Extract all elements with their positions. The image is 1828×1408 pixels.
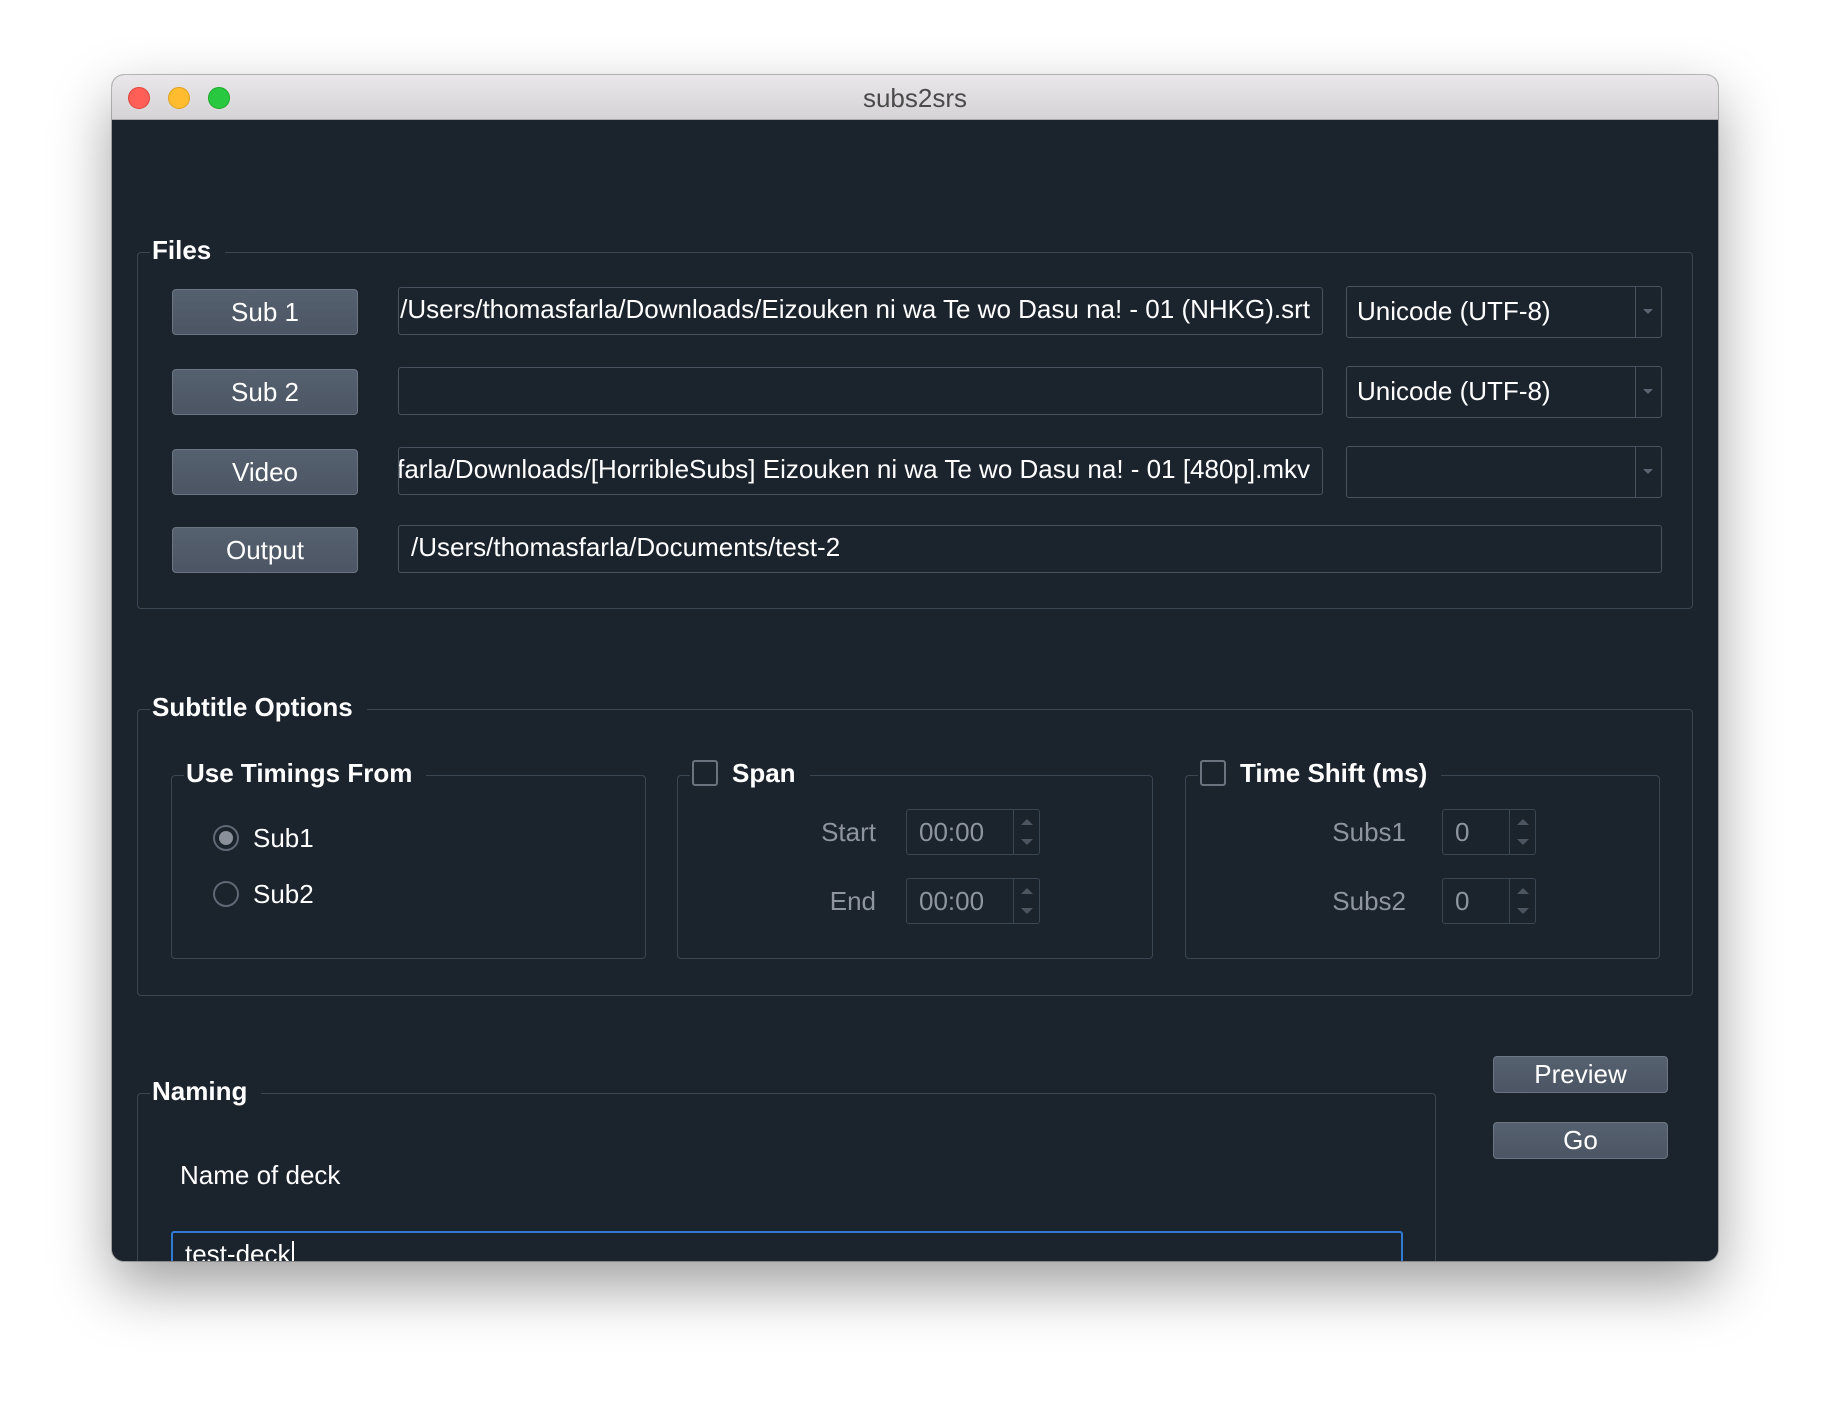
deck-name-input[interactable]: test-deck	[171, 1231, 1403, 1261]
time-shift-label[interactable]: Time Shift (ms)	[1240, 758, 1427, 788]
subs2-shift-stepper[interactable]	[1509, 879, 1535, 923]
arrow-up-icon	[1021, 819, 1033, 825]
arrow-down-icon	[1021, 908, 1033, 914]
app-window: subs2srs Files Sub 1 /Users/thomasfarla/…	[112, 75, 1718, 1261]
window-title: subs2srs	[862, 83, 968, 113]
sub1-encoding-value: Unicode (UTF-8)	[1357, 296, 1551, 326]
naming-group: Naming Name of deck test-deck	[137, 1074, 1436, 1261]
subs2-shift-label: Subs2	[1332, 886, 1406, 916]
time-shift-title: Time Shift (ms)	[1198, 756, 1442, 790]
sub1-button[interactable]: Sub 1	[172, 289, 358, 335]
span-end-label: End	[829, 886, 876, 916]
timings-sub1-label[interactable]: Sub1	[253, 823, 314, 853]
naming-title: Naming	[150, 1074, 262, 1108]
sub2-button[interactable]: Sub 2	[172, 369, 358, 415]
timings-sub1-radio[interactable]	[213, 825, 239, 851]
use-timings-title: Use Timings From	[184, 756, 427, 790]
main-content: Files Sub 1 /Users/thomasfarla/Downloads…	[112, 120, 1718, 1261]
sub2-encoding-value: Unicode (UTF-8)	[1357, 376, 1551, 406]
span-start-stepper[interactable]	[1013, 810, 1039, 854]
subs1-shift-label: Subs1	[1332, 817, 1406, 847]
arrow-up-icon	[1021, 888, 1033, 894]
chevron-down-icon	[1643, 309, 1653, 314]
time-shift-group: Time Shift (ms) Subs1 0 Subs2 0	[1185, 756, 1660, 959]
arrow-down-icon	[1517, 908, 1529, 914]
files-group: Files Sub 1 /Users/thomasfarla/Downloads…	[137, 233, 1693, 609]
arrow-up-icon	[1517, 819, 1529, 825]
chevron-down-icon	[1643, 469, 1653, 474]
subs2-shift-value: 0	[1455, 886, 1470, 916]
deck-name-label: Name of deck	[180, 1160, 341, 1190]
output-path-input[interactable]: /Users/thomasfarla/Documents/test-2	[398, 525, 1662, 573]
subs2-shift-input[interactable]: 0	[1442, 878, 1536, 924]
video-track-dropdown[interactable]	[1635, 447, 1661, 497]
subs1-shift-value: 0	[1455, 817, 1470, 847]
video-track-select[interactable]	[1346, 446, 1662, 498]
subtitle-options-title: Subtitle Options	[150, 690, 367, 724]
timings-sub2-radio[interactable]	[213, 881, 239, 907]
span-start-value: 00:00	[919, 817, 985, 847]
sub2-encoding-dropdown[interactable]	[1635, 367, 1661, 417]
span-label[interactable]: Span	[732, 758, 796, 788]
sub1-encoding-select[interactable]: Unicode (UTF-8)	[1346, 286, 1662, 338]
use-timings-group: Use Timings From Sub1 Sub2	[171, 756, 646, 959]
span-end-input[interactable]: 00:00	[906, 878, 1040, 924]
video-path-input[interactable]: /Users/thomasfarla/Downloads/[HorribleSu…	[398, 447, 1323, 495]
span-group: Span Start 00:00 End 00:00	[677, 756, 1153, 959]
sub2-path-input[interactable]	[398, 367, 1323, 415]
subtitle-options-group: Subtitle Options Use Timings From Sub1 S…	[137, 690, 1693, 996]
timings-sub2-label[interactable]: Sub2	[253, 879, 314, 909]
chevron-down-icon	[1643, 389, 1653, 394]
span-end-value: 00:00	[919, 886, 985, 916]
arrow-down-icon	[1021, 839, 1033, 845]
video-button[interactable]: Video	[172, 449, 358, 495]
arrow-up-icon	[1517, 888, 1529, 894]
output-button[interactable]: Output	[172, 527, 358, 573]
span-start-input[interactable]: 00:00	[906, 809, 1040, 855]
files-group-title: Files	[150, 233, 226, 267]
title-bar: subs2srs	[112, 75, 1718, 120]
span-end-stepper[interactable]	[1013, 879, 1039, 923]
sub1-encoding-dropdown[interactable]	[1635, 287, 1661, 337]
span-checkbox[interactable]	[692, 760, 718, 786]
subs1-shift-input[interactable]: 0	[1442, 809, 1536, 855]
span-start-label: Start	[821, 817, 876, 847]
sub1-path-input[interactable]: /Users/thomasfarla/Downloads/Eizouken ni…	[398, 287, 1323, 335]
go-button[interactable]: Go	[1493, 1122, 1668, 1159]
time-shift-checkbox[interactable]	[1200, 760, 1226, 786]
subs1-shift-stepper[interactable]	[1509, 810, 1535, 854]
arrow-down-icon	[1517, 839, 1529, 845]
preview-button[interactable]: Preview	[1493, 1056, 1668, 1093]
sub2-encoding-select[interactable]: Unicode (UTF-8)	[1346, 366, 1662, 418]
span-group-title: Span	[690, 756, 810, 790]
text-caret	[291, 1241, 294, 1261]
